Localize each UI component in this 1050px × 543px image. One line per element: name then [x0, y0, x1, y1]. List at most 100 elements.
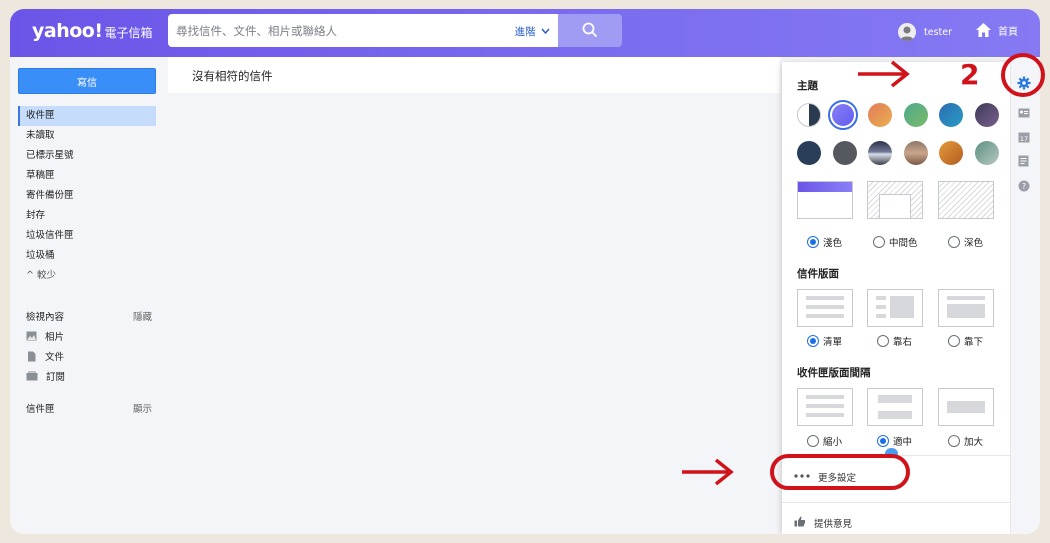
subscription-icon [26, 371, 38, 381]
search-button[interactable] [558, 14, 622, 47]
layout-radio-list[interactable]: 清單 [807, 334, 842, 348]
brightness-preview-light[interactable] [797, 181, 853, 219]
views-section: 檢視內容 隱藏 [26, 309, 152, 323]
spacing-preview-compact[interactable] [797, 388, 853, 426]
spacing-compact-label: 縮小 [823, 437, 843, 448]
search-box: 進階 [168, 14, 558, 47]
spacing-title: 收件匣版面間隔 [797, 367, 871, 379]
spacing-preview-medium[interactable] [867, 388, 923, 426]
brightness-preview-medium[interactable] [867, 181, 923, 219]
brightness-radio-dark[interactable]: 深色 [948, 235, 983, 249]
sidebar-item-inbox[interactable]: 收件匣 [18, 106, 156, 126]
theme-swatch-sea[interactable] [975, 141, 999, 165]
spacing-radio-large[interactable]: 加大 [948, 434, 983, 448]
layout-title: 信件版面 [797, 268, 839, 280]
empty-state-title: 沒有相符的信件 [192, 69, 273, 83]
svg-text:?: ? [1022, 182, 1026, 191]
theme-swatch-sunset[interactable] [868, 103, 892, 127]
theme-swatch-autumn[interactable] [939, 141, 963, 165]
radio-icon [948, 335, 960, 347]
layout-radio-right[interactable]: 靠右 [877, 334, 912, 348]
theme-swatch-desert[interactable] [904, 141, 928, 165]
home-icon [976, 23, 991, 37]
right-rail: 17 ? [1011, 62, 1040, 534]
theme-swatch-navy[interactable] [797, 141, 821, 165]
views-title: 檢視內容 [26, 312, 65, 323]
logo-text: yahoo! [32, 20, 103, 42]
top-bar: yahoo!電子信箱 進階 tester 首頁 [10, 9, 1040, 57]
message-list-header: 沒有相符的信件 [168, 57, 780, 93]
annotation-circle-gear [1001, 53, 1045, 97]
spacing-radio-compact[interactable]: 縮小 [807, 434, 842, 448]
radio-icon [948, 236, 960, 248]
sidebar-item-subscriptions[interactable]: 訂閱 [26, 369, 65, 383]
theme-swatch-dusk[interactable] [975, 103, 999, 127]
sidebar-item-trash[interactable]: 垃圾桶 [18, 246, 156, 266]
compose-button[interactable]: 寫信 [18, 68, 156, 94]
spacing-radio-medium[interactable]: 適中 [877, 434, 912, 448]
user-menu[interactable]: tester [898, 23, 952, 41]
theme-swatch-gray[interactable] [833, 141, 857, 165]
sidebar-item-sent[interactable]: 寄件備份匣 [18, 186, 156, 206]
feedback-label: 提供意見 [814, 519, 853, 530]
annotation-arrow-bottom [682, 458, 734, 486]
sidebar-item-spam[interactable]: 垃圾信件匣 [18, 226, 156, 246]
user-name: tester [924, 26, 952, 38]
contacts-icon[interactable] [1018, 108, 1030, 118]
theme-swatch-selected-ring[interactable] [828, 100, 858, 130]
layout-preview-right[interactable] [867, 289, 923, 327]
sidebar-item-archive[interactable]: 封存 [18, 206, 156, 226]
theme-swatch-green[interactable] [904, 103, 928, 127]
layout-right-label: 靠右 [893, 337, 913, 348]
svg-text:17: 17 [1020, 135, 1028, 143]
annotation-step-number: 2 [960, 58, 980, 91]
help-icon[interactable]: ? [1018, 180, 1030, 192]
radio-icon [948, 435, 960, 447]
photos-label: 相片 [45, 332, 65, 343]
spacing-large-label: 加大 [964, 437, 984, 448]
photo-icon [26, 331, 37, 341]
spacing-medium-label: 適中 [893, 437, 913, 448]
search-icon [582, 22, 598, 38]
theme-swatch-ocean[interactable] [939, 103, 963, 127]
chevron-down-icon [541, 28, 550, 35]
service-name: 電子信箱 [104, 26, 153, 40]
brightness-medium-label: 中間色 [889, 238, 918, 249]
search-input[interactable] [176, 21, 496, 41]
brightness-preview-dark[interactable] [938, 181, 994, 219]
layout-radio-bottom[interactable]: 靠下 [948, 334, 983, 348]
feedback-row[interactable]: 提供意見 [782, 502, 1010, 534]
layout-preview-list[interactable] [797, 289, 853, 327]
brightness-dark-label: 深色 [964, 238, 984, 249]
sidebar-item-photos[interactable]: 相片 [26, 329, 64, 343]
calendar-icon[interactable]: 17 [1018, 131, 1030, 143]
yahoo-logo[interactable]: yahoo! 電子信箱 [32, 20, 153, 42]
radio-icon [807, 435, 819, 447]
theme-swatch-auto[interactable] [797, 103, 821, 127]
sidebar-item-drafts[interactable]: 草稿匣 [18, 166, 156, 186]
brightness-radio-light[interactable]: 淺色 [807, 235, 842, 249]
home-label: 首頁 [998, 26, 1018, 38]
theme-title: 主題 [797, 80, 818, 92]
notepad-icon[interactable] [1018, 155, 1029, 167]
advanced-search-button[interactable]: 進階 [515, 24, 550, 39]
spacing-preview-large[interactable] [938, 388, 994, 426]
sidebar-item-starred[interactable]: 已標示星號 [18, 146, 156, 166]
user-icon [900, 26, 914, 41]
folders-show-toggle[interactable]: 顯示 [133, 401, 152, 415]
show-less-toggle[interactable]: ^ 較少 [18, 266, 156, 286]
brightness-light-label: 淺色 [823, 238, 843, 249]
advanced-label: 進階 [514, 26, 536, 38]
radio-checked-icon [877, 435, 889, 447]
theme-swatch-purple [832, 104, 854, 126]
theme-swatch-mountain[interactable] [868, 141, 892, 165]
sidebar-item-documents[interactable]: 文件 [26, 349, 64, 363]
layout-list-label: 清單 [823, 337, 843, 348]
views-hide-toggle[interactable]: 隱藏 [133, 309, 152, 323]
sidebar-item-unread[interactable]: 未讀取 [18, 126, 156, 146]
brightness-radio-medium[interactable]: 中間色 [873, 235, 918, 249]
radio-checked-icon [807, 335, 819, 347]
home-link[interactable]: 首頁 [975, 22, 1018, 38]
layout-preview-bottom[interactable] [938, 289, 994, 327]
radio-icon [873, 236, 885, 248]
